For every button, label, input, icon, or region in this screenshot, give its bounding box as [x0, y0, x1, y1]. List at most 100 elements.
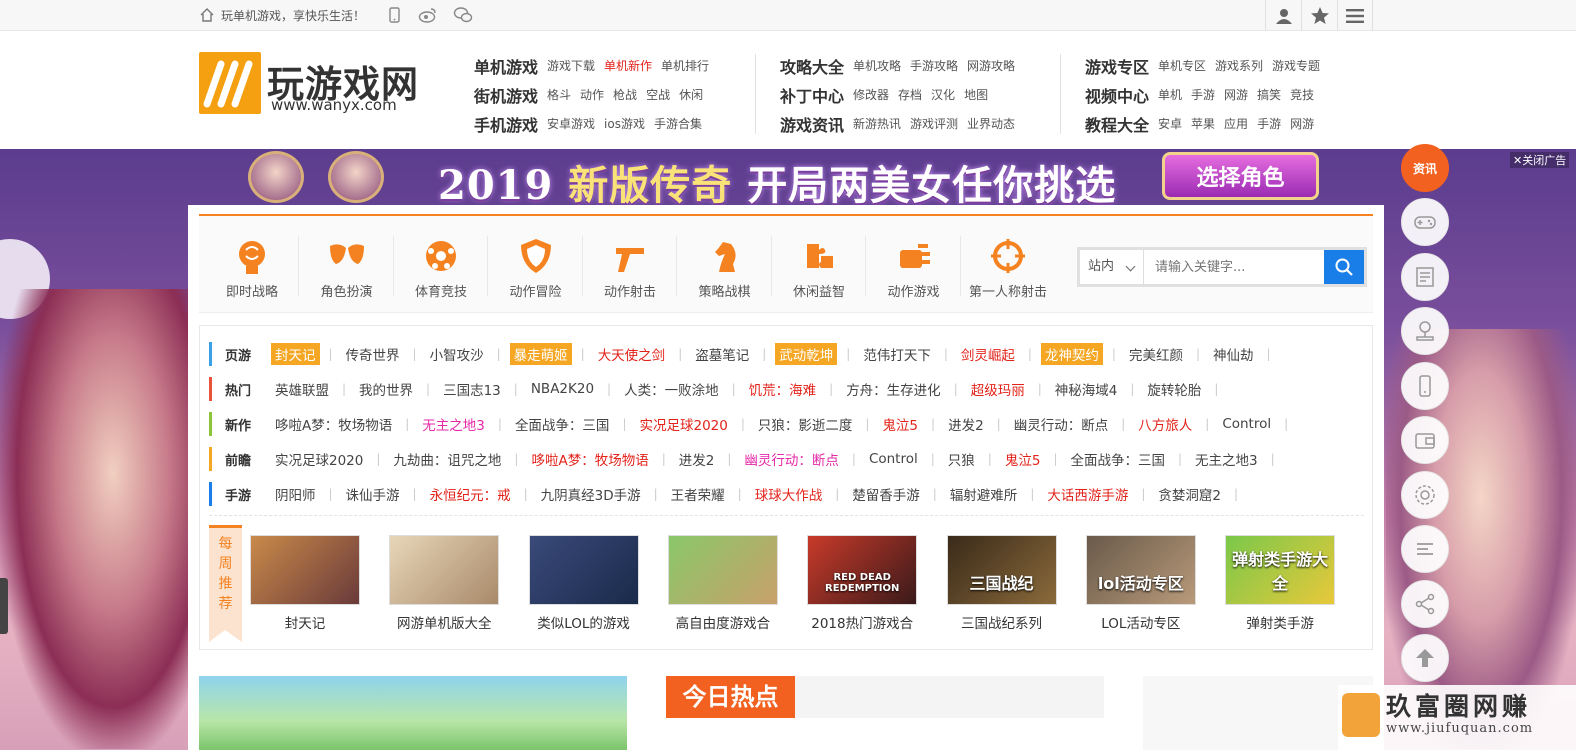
close-ad-button[interactable]: ✕关闭广告	[1510, 152, 1570, 168]
game-tag[interactable]: 哆啦A梦：牧场物语	[271, 413, 396, 435]
game-tag[interactable]: 武动乾坤	[775, 343, 838, 365]
weekly-item[interactable]: lol活动专区 LOL活动专区	[1085, 535, 1197, 632]
nav-link[interactable]: 手游攻略	[910, 57, 958, 74]
nav-link[interactable]: 网游攻略	[967, 57, 1015, 74]
game-tag[interactable]: 哆啦A梦：牧场物语	[527, 448, 652, 470]
site-logo[interactable]: 玩游戏网 www.wanyx.com	[199, 52, 419, 116]
game-tag[interactable]: Control	[865, 450, 922, 468]
game-tag[interactable]: 无主之地3	[418, 413, 489, 435]
category-5[interactable]: 动作射击	[583, 226, 677, 306]
nav-link[interactable]: 手游合集	[654, 115, 702, 132]
nav-link[interactable]: 竞技	[1290, 86, 1314, 103]
nav-link[interactable]: 单机攻略	[853, 57, 901, 74]
game-tag[interactable]: 八方旅人	[1134, 413, 1196, 435]
game-tag[interactable]: 方舟：生存进化	[842, 378, 945, 400]
game-tag[interactable]: 实况足球2020	[271, 448, 367, 470]
weekly-item[interactable]: 三国战纪 三国战纪系列	[946, 535, 1058, 632]
nav-link[interactable]: 网游	[1224, 86, 1248, 103]
game-thumbnail[interactable]: 弹射类手游大全	[1225, 535, 1336, 605]
game-thumbnail[interactable]	[250, 535, 360, 605]
game-tag[interactable]: 幽灵行动：断点	[740, 448, 843, 470]
game-tag[interactable]: 全面战争：三国	[1066, 448, 1169, 470]
side-nav-button[interactable]	[1401, 525, 1449, 573]
banner-select-role-button[interactable]: 选择角色	[1162, 152, 1319, 200]
category-4[interactable]: 动作冒险	[489, 226, 583, 306]
category-6[interactable]: 策略战棋	[678, 226, 772, 306]
search-input[interactable]	[1146, 250, 1324, 284]
side-nav-button[interactable]	[1401, 470, 1449, 519]
game-tag[interactable]: 旋转轮胎	[1143, 378, 1205, 400]
category-1[interactable]: 即时战略	[205, 226, 299, 306]
nav-link[interactable]: 动作	[580, 86, 604, 103]
nav-link[interactable]: 单机排行	[661, 57, 709, 74]
nav-heading[interactable]: 手机游戏	[474, 112, 538, 136]
nav-link[interactable]: 安卓游戏	[547, 115, 595, 132]
nav-link[interactable]: 单机	[1158, 86, 1182, 103]
ad-banner[interactable]: 2019 新版传奇 开局两美女任你挑选 选择角色	[188, 149, 1384, 209]
game-tag[interactable]: 球球大作战	[751, 483, 827, 505]
nav-link[interactable]: 苹果	[1191, 115, 1215, 132]
user-button[interactable]	[1265, 0, 1301, 31]
game-tag[interactable]: 大天使之剑	[594, 343, 670, 365]
category-3[interactable]: 体育竞技	[394, 226, 488, 306]
nav-link[interactable]: 格斗	[547, 86, 571, 103]
nav-heading[interactable]: 单机游戏	[474, 54, 538, 78]
nav-heading[interactable]: 教程大全	[1085, 112, 1149, 136]
search-scope-select[interactable]: 站内	[1080, 250, 1144, 284]
nav-heading[interactable]: 视频中心	[1085, 83, 1149, 107]
side-nav-news[interactable]: 资讯	[1401, 144, 1449, 192]
side-nav-button[interactable]	[1401, 307, 1449, 355]
nav-heading[interactable]: 街机游戏	[474, 83, 538, 107]
nav-link[interactable]: 枪战	[613, 86, 637, 103]
game-tag[interactable]: 剑灵崛起	[957, 343, 1019, 365]
game-tag[interactable]: 全面战争：三国	[511, 413, 614, 435]
nav-link[interactable]: 游戏专题	[1272, 57, 1320, 74]
mobile-icon[interactable]	[384, 6, 404, 24]
game-tag[interactable]: 封天记	[271, 343, 320, 365]
nav-link[interactable]: 空战	[646, 86, 670, 103]
nav-link[interactable]: 游戏下载	[547, 57, 595, 74]
game-thumbnail[interactable]: 三国战纪	[946, 535, 1057, 605]
nav-link[interactable]: 新游热讯	[853, 115, 901, 132]
wechat-icon[interactable]	[453, 6, 473, 24]
weekly-item[interactable]: 封天记	[249, 535, 361, 632]
game-tag[interactable]: 完美红颜	[1125, 343, 1187, 365]
game-tag[interactable]: 龙神契约	[1040, 343, 1103, 365]
nav-link[interactable]: 安卓	[1158, 115, 1182, 132]
game-thumbnail[interactable]: RED DEAD REDEMPTION	[807, 535, 918, 605]
game-tag[interactable]: 幽灵行动：断点	[1010, 413, 1113, 435]
game-tag[interactable]: 进发2	[675, 448, 719, 470]
game-tag[interactable]: 辐射避难所	[946, 483, 1022, 505]
game-tag[interactable]: 英雄联盟	[271, 378, 333, 400]
nav-link[interactable]: 游戏评测	[910, 115, 958, 132]
home-icon[interactable]	[199, 7, 215, 23]
nav-link[interactable]: 存档	[898, 86, 922, 103]
game-thumbnail[interactable]: lol活动专区	[1085, 535, 1196, 605]
game-tag[interactable]: 实况足球2020	[635, 413, 731, 435]
favorite-button[interactable]	[1301, 0, 1337, 31]
game-tag[interactable]: 九劫曲：诅咒之地	[389, 448, 505, 470]
menu-button[interactable]	[1337, 0, 1373, 31]
nav-link[interactable]: 搞笑	[1257, 86, 1281, 103]
game-tag[interactable]: 传奇世界	[342, 343, 404, 365]
side-nav-button[interactable]	[1401, 416, 1449, 464]
game-tag[interactable]: 阴阳师	[271, 483, 320, 505]
game-tag[interactable]: 神仙劫	[1209, 343, 1258, 365]
game-tag[interactable]: 神秘海域4	[1051, 378, 1122, 400]
nav-link[interactable]: ios游戏	[604, 115, 645, 132]
game-tag[interactable]: 小智攻沙	[426, 343, 488, 365]
game-tag[interactable]: 大话西游手游	[1043, 483, 1132, 505]
game-tag[interactable]: 人类：一败涂地	[620, 378, 723, 400]
game-tag[interactable]: 超级玛丽	[967, 378, 1029, 400]
nav-heading[interactable]: 游戏资讯	[780, 112, 844, 136]
game-tag[interactable]: 贪婪洞窟2	[1154, 483, 1225, 505]
side-nav-button[interactable]	[1401, 634, 1449, 682]
game-thumbnail[interactable]	[528, 535, 639, 605]
category-9[interactable]: 第一人称射击	[961, 226, 1055, 306]
nav-heading[interactable]: 攻略大全	[780, 54, 844, 78]
game-tag[interactable]: 只狼：影逝二度	[754, 413, 857, 435]
nav-link[interactable]: 业界动态	[967, 115, 1015, 132]
game-tag[interactable]: 范伟打天下	[859, 343, 935, 365]
weibo-icon[interactable]	[418, 6, 438, 24]
side-nav-button[interactable]	[1401, 579, 1449, 628]
